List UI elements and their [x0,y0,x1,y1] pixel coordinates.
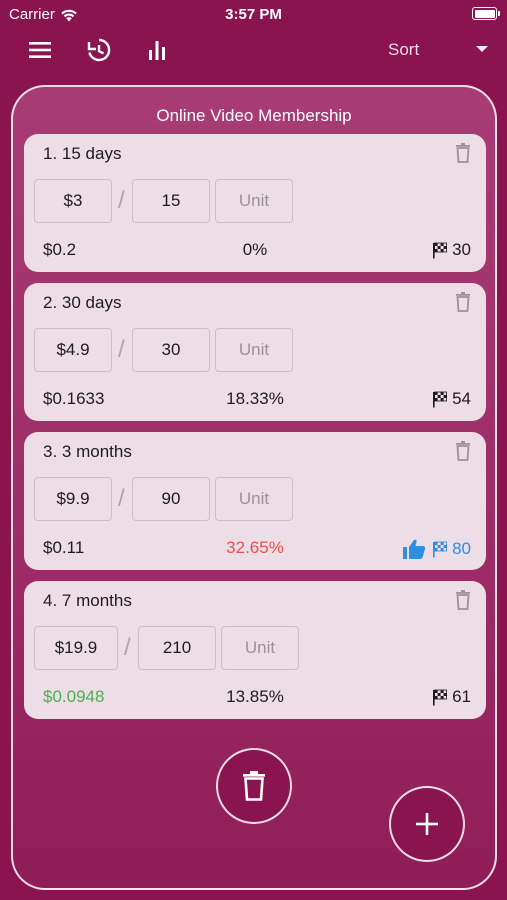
checkered-flag-icon [433,689,448,705]
checkered-flag-icon [433,242,448,258]
score: 30 [432,240,471,260]
item-card: 2. 30 days $4.9 / 30 Unit $0.1633 18.33%… [24,283,486,421]
item-card: 3. 3 months $9.9 / 90 Unit $0.11 32.65% … [24,432,486,570]
add-item-button[interactable] [389,786,465,862]
panel-title: Online Video Membership [156,106,352,125]
chevron-down-icon[interactable] [476,46,488,52]
plus-icon [416,813,438,835]
score-value: 80 [452,539,471,558]
price-field[interactable]: $3 [34,179,112,223]
bar-chart-icon[interactable] [143,36,171,64]
score-value: 54 [452,389,471,408]
checkered-flag-icon [433,541,448,557]
score-value: 61 [452,687,471,706]
item-title[interactable]: 2. 30 days [43,293,121,313]
quantity-field[interactable]: 90 [132,477,210,521]
savings-percent: 0% [242,240,268,259]
score: 54 [432,389,471,409]
unit-field[interactable]: Unit [221,626,299,670]
item-card: 1. 15 days $3 / 15 Unit $0.2 0% 30 [24,134,486,272]
slash-divider: / [124,634,131,661]
delete-item-icon[interactable] [455,143,471,163]
quantity-field[interactable]: 15 [132,179,210,223]
delete-all-button[interactable] [216,748,292,824]
battery-icon [472,7,500,20]
checkered-flag-icon [433,391,448,407]
price-field[interactable]: $4.9 [34,328,112,372]
unit-field[interactable]: Unit [215,328,293,372]
unit-field[interactable]: Unit [215,477,293,521]
item-title[interactable]: 3. 3 months [43,442,132,462]
score: 61 [432,687,471,707]
clock: 3:57 PM [225,6,282,23]
item-title[interactable]: 1. 15 days [43,144,121,164]
status-bar: Carrier 3:57 PM [0,0,507,28]
score-value: 30 [452,240,471,259]
history-icon[interactable] [84,36,112,64]
slash-divider: / [118,485,125,512]
menu-icon[interactable] [26,36,54,64]
item-card: 4. 7 months $19.9 / 210 Unit $0.0948 13.… [24,581,486,719]
savings-percent: 13.85% [226,687,284,706]
delete-item-icon[interactable] [455,590,471,610]
delete-item-icon[interactable] [455,292,471,312]
quantity-field[interactable]: 30 [132,328,210,372]
delete-item-icon[interactable] [455,441,471,461]
thumbs-up-icon [403,539,426,559]
slash-divider: / [118,336,125,363]
score: 80 [402,538,471,560]
toolbar: Sort [0,32,507,68]
price-field[interactable]: $19.9 [34,626,118,670]
price-field[interactable]: $9.9 [34,477,112,521]
item-title[interactable]: 4. 7 months [43,591,132,611]
trash-icon [243,771,265,801]
slash-divider: / [118,187,125,214]
unit-field[interactable]: Unit [215,179,293,223]
quantity-field[interactable]: 210 [138,626,216,670]
savings-percent: 18.33% [226,389,284,408]
sort-dropdown[interactable]: Sort [388,40,419,60]
